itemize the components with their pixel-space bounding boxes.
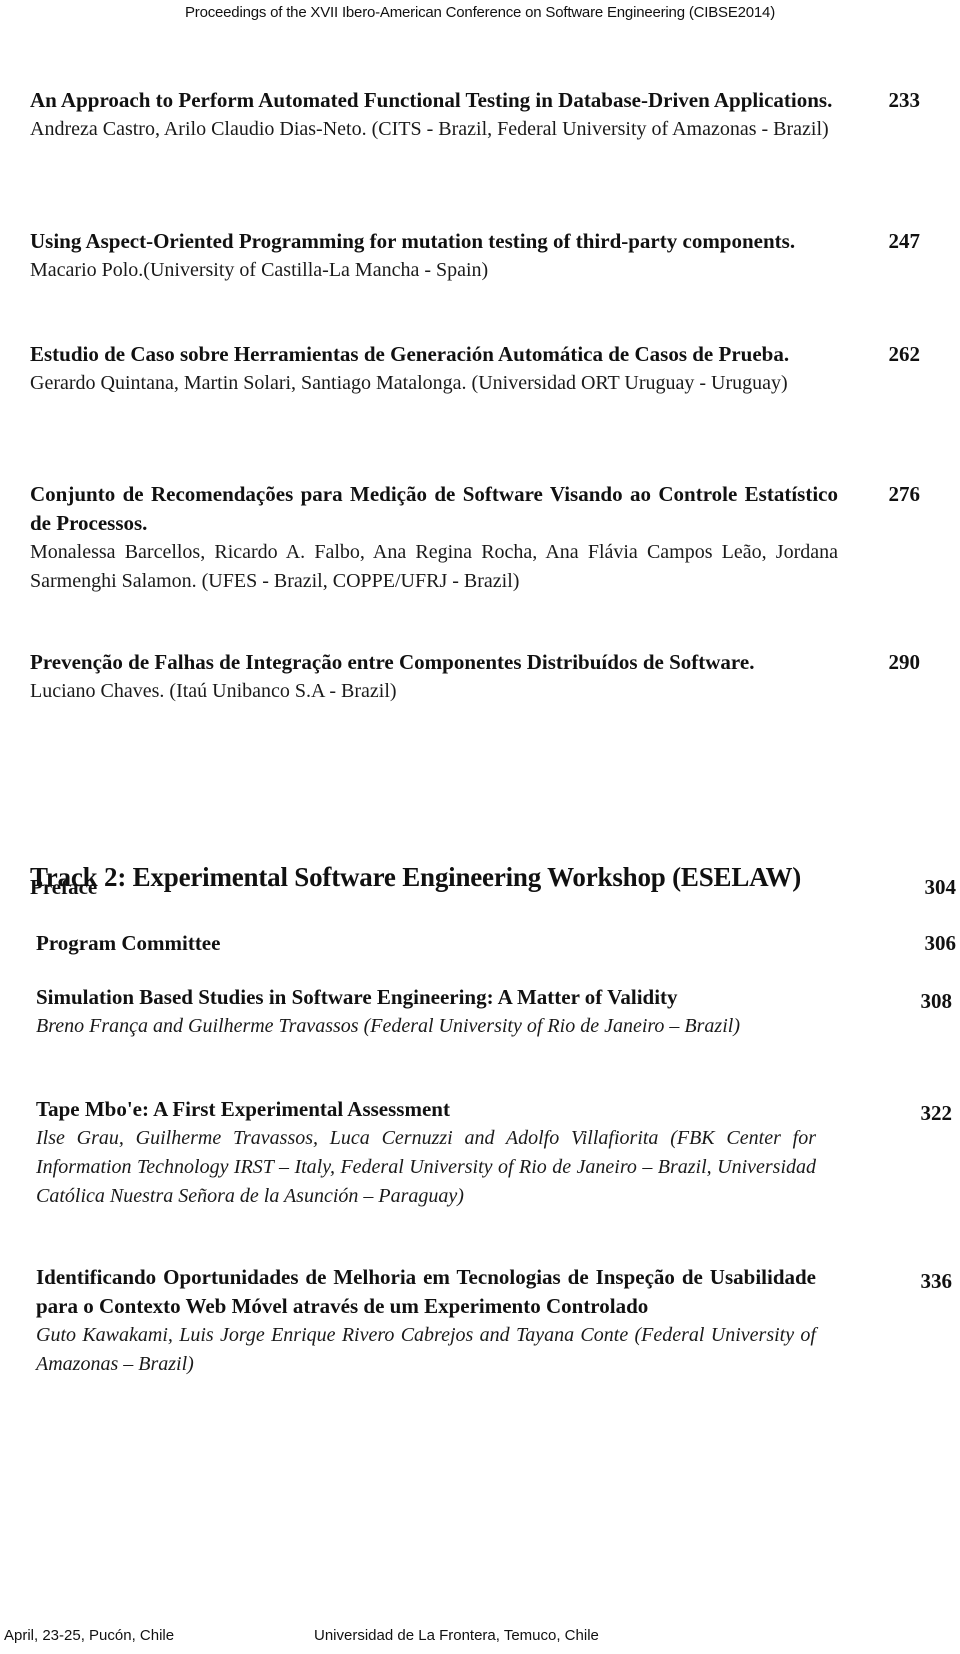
footer-location: April, 23-25, Pucón, Chile: [4, 1627, 175, 1644]
toc-entry[interactable]: Prevenção de Falhas de Integração entre …: [30, 648, 920, 706]
entry-title: Prevenção de Falhas de Integração entre …: [30, 650, 755, 674]
entry-authors: Monalessa Barcellos, Ricardo A. Falbo, A…: [30, 541, 838, 592]
entry-page-number: 233: [888, 88, 921, 112]
entry-page-number: 308: [920, 989, 953, 1013]
entry-title: Identificando Oportunidades de Melhoria …: [36, 1265, 816, 1318]
entry-page-number: 322: [920, 1101, 953, 1125]
toc-entry[interactable]: Estudio de Caso sobre Herramientas de Ge…: [30, 340, 920, 398]
entry-title: Simulation Based Studies in Software Eng…: [36, 985, 678, 1009]
entry-page-number: 304: [924, 875, 957, 899]
entry-authors: Gerardo Quintana, Martin Solari, Santiag…: [30, 372, 788, 394]
running-header: Proceedings of the XVII Ibero-American C…: [184, 4, 775, 21]
toc-entry-program-committee[interactable]: Program Committee 306: [0, 931, 960, 961]
entry-authors: Macario Polo.(University of Castilla-La …: [30, 259, 489, 281]
entry-title: Tape Mbo'e: A First Experimental Assessm…: [36, 1097, 450, 1121]
entry-page-number: 306: [924, 931, 957, 955]
toc-entry[interactable]: Simulation Based Studies in Software Eng…: [36, 983, 956, 1041]
entry-page-number: 262: [888, 342, 921, 366]
entry-title: Using Aspect-Oriented Programming for mu…: [30, 229, 796, 253]
entry-title: Estudio de Caso sobre Herramientas de Ge…: [30, 342, 790, 366]
entry-authors: Ilse Grau, Guilherme Travassos, Luca Cer…: [36, 1127, 816, 1207]
toc-entry[interactable]: An Approach to Perform Automated Functio…: [30, 86, 920, 144]
toc-entry[interactable]: Identificando Oportunidades de Melhoria …: [36, 1263, 956, 1379]
footer-institution: Universidad de La Frontera, Temuco, Chil…: [314, 1627, 599, 1644]
entry-authors: Andreza Castro, Arilo Claudio Dias-Neto.…: [30, 118, 829, 140]
entry-authors: Breno França and Guilherme Travassos (Fe…: [36, 1015, 740, 1037]
toc-entry[interactable]: Using Aspect-Oriented Programming for mu…: [30, 227, 920, 285]
entry-title: Program Committee: [36, 931, 221, 955]
entry-page-number: 247: [888, 229, 921, 253]
entry-title: Conjunto de Recomendações para Medição d…: [30, 482, 838, 535]
entry-authors: Luciano Chaves. (Itaú Unibanco S.A - Bra…: [30, 680, 397, 702]
entry-page-number: 336: [920, 1269, 953, 1293]
entry-title: Preface: [30, 875, 98, 899]
entry-authors: Guto Kawakami, Luis Jorge Enrique Rivero…: [36, 1324, 816, 1375]
entry-page-number: 290: [888, 650, 921, 674]
toc-entry[interactable]: Conjunto de Recomendações para Medição d…: [30, 480, 920, 596]
entry-title: An Approach to Perform Automated Functio…: [30, 88, 833, 112]
entry-page-number: 276: [888, 482, 921, 506]
toc-entry-preface[interactable]: Preface 304: [0, 875, 960, 905]
toc-entry[interactable]: Tape Mbo'e: A First Experimental Assessm…: [36, 1095, 956, 1211]
